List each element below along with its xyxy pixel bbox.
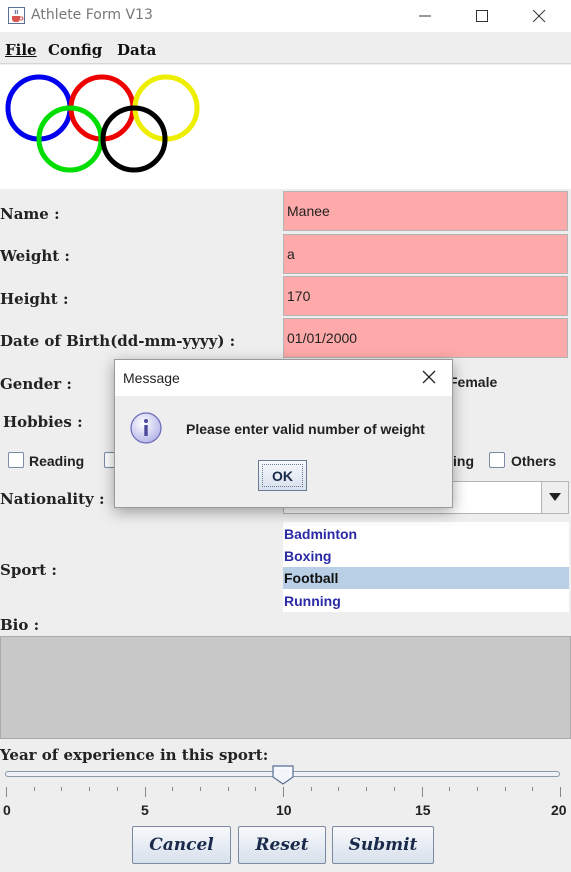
slider-tick	[89, 787, 90, 791]
height-field[interactable]: 170	[283, 276, 568, 316]
slider-tick	[394, 787, 395, 791]
minimize-button[interactable]	[396, 0, 454, 32]
athlete-form-window: Athlete Form V13 File Config Data Name :…	[0, 0, 571, 872]
info-icon	[130, 412, 162, 444]
olympic-rings-logo	[5, 74, 200, 173]
experience-slider-thumb[interactable]	[272, 765, 294, 785]
others-checkbox[interactable]	[489, 452, 505, 468]
bio-textarea[interactable]	[0, 636, 571, 739]
tick-label-20: 20	[551, 802, 567, 818]
ok-button[interactable]: OK	[258, 460, 307, 491]
bio-label: Bio :	[0, 616, 40, 634]
weight-field[interactable]: a	[283, 234, 568, 274]
dob-field[interactable]: 01/01/2000	[283, 318, 568, 358]
sport-label: Sport :	[0, 561, 57, 579]
minimize-icon	[419, 15, 431, 17]
name-label: Name :	[0, 205, 60, 223]
slider-tick	[200, 787, 201, 791]
maximize-button[interactable]	[453, 0, 511, 32]
close-button[interactable]	[510, 0, 568, 32]
gender-label: Gender :	[0, 375, 72, 393]
sport-item-running[interactable]: Running	[283, 590, 569, 612]
reading-label: Reading	[29, 453, 85, 469]
slider-tick	[532, 787, 533, 791]
weight-label: Weight :	[0, 247, 70, 265]
slider-tick	[255, 787, 256, 791]
slider-tick	[477, 787, 478, 791]
dialog-message: Please enter valid number of weight	[186, 421, 425, 437]
slider-tick	[449, 787, 450, 791]
maximize-icon	[476, 10, 488, 22]
dialog-title-bar: Message	[115, 360, 452, 396]
slider-tick	[172, 787, 173, 791]
chevron-down-icon	[549, 493, 561, 501]
slider-tick	[338, 787, 339, 791]
gender-female-option[interactable]: Female	[449, 374, 497, 390]
reset-button[interactable]: Reset	[238, 826, 326, 864]
tick-label-15: 15	[415, 802, 431, 818]
menu-config[interactable]: Config	[48, 41, 102, 59]
sport-item-football[interactable]: Football	[283, 567, 569, 589]
menu-bar: File Config Data	[0, 34, 571, 64]
slider-tick	[228, 787, 229, 791]
submit-button[interactable]: Submit	[332, 826, 434, 864]
slider-tick	[311, 787, 312, 791]
sport-item-badminton[interactable]: Badminton	[283, 523, 569, 545]
dialog-close-icon[interactable]	[421, 369, 437, 385]
logo-area	[0, 65, 571, 189]
java-cup-icon	[8, 7, 25, 24]
combo-arrow-button[interactable]	[541, 482, 568, 513]
slider-tick	[6, 787, 7, 797]
message-dialog: Message Please enter valid number of wei…	[114, 359, 453, 508]
slider-tick	[117, 787, 118, 791]
hobby-partial-label: ing	[453, 453, 474, 469]
dob-label: Date of Birth(dd-mm-yyyy) :	[0, 332, 236, 350]
slider-tick	[560, 787, 561, 797]
tick-label-5: 5	[141, 802, 149, 818]
slider-tick	[505, 787, 506, 791]
slider-tick	[422, 787, 423, 797]
sport-list[interactable]: Badminton Boxing Football Running	[283, 522, 569, 612]
menu-data[interactable]: Data	[117, 41, 156, 59]
others-label: Others	[511, 453, 557, 469]
menu-file-label: File	[5, 41, 37, 59]
name-field[interactable]: Manee	[283, 191, 568, 231]
slider-tick	[366, 787, 367, 791]
reading-checkbox[interactable]	[8, 452, 24, 468]
window-title: Athlete Form V13	[31, 7, 153, 23]
cancel-button[interactable]: Cancel	[132, 826, 231, 864]
height-label: Height :	[0, 290, 69, 308]
slider-tick	[34, 787, 35, 791]
sport-item-boxing[interactable]: Boxing	[283, 545, 569, 567]
ok-focus-ring	[262, 464, 303, 487]
experience-label: Year of experience in this sport:	[0, 746, 269, 764]
slider-tick	[283, 787, 284, 797]
dialog-title: Message	[123, 370, 180, 386]
slider-tick	[145, 787, 146, 797]
title-bar: Athlete Form V13	[0, 0, 571, 32]
close-icon	[532, 9, 546, 23]
nationality-label: Nationality :	[0, 490, 105, 508]
tick-label-0: 0	[3, 802, 11, 818]
menu-file[interactable]: File	[5, 41, 37, 59]
slider-tick	[61, 787, 62, 791]
hobbies-label: Hobbies :	[3, 413, 83, 431]
tick-label-10: 10	[276, 802, 292, 818]
